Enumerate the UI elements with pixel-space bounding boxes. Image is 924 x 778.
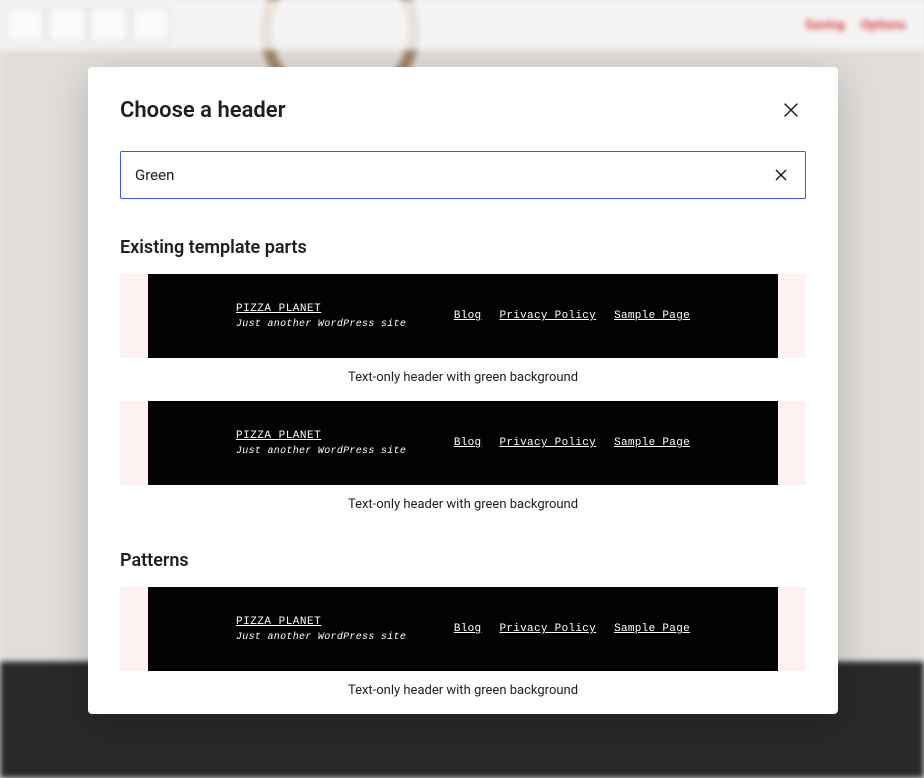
preview-nav-link: Sample Page: [614, 623, 690, 635]
preview-tagline: Just another WordPress site: [236, 319, 406, 330]
pattern-option[interactable]: PIZZA PLANET Just another WordPress site…: [120, 587, 806, 698]
preview-nav-link: Privacy Policy: [499, 623, 596, 635]
preview-nav-link: Privacy Policy: [499, 437, 596, 449]
preview-site-title: PIZZA PLANET: [236, 616, 406, 628]
preview-site-title: PIZZA PLANET: [236, 430, 406, 442]
preview-caption: Text-only header with green background: [120, 370, 806, 385]
close-button[interactable]: [776, 95, 806, 125]
preview-nav-link: Sample Page: [614, 310, 690, 322]
preview-nav: Blog Privacy Policy Sample Page: [454, 623, 690, 635]
preview-nav-link: Blog: [454, 623, 482, 635]
section-heading-existing: Existing template parts: [120, 237, 806, 258]
preview-caption: Text-only header with green background: [120, 497, 806, 512]
preview-nav-link: Sample Page: [614, 437, 690, 449]
preview-site-title: PIZZA PLANET: [236, 303, 406, 315]
preview-frame: PIZZA PLANET Just another WordPress site…: [120, 401, 806, 485]
template-part-option[interactable]: PIZZA PLANET Just another WordPress site…: [120, 274, 806, 385]
search-input[interactable]: [135, 166, 769, 184]
search-field-wrapper[interactable]: [120, 151, 806, 199]
template-part-option[interactable]: PIZZA PLANET Just another WordPress site…: [120, 401, 806, 512]
preview-nav-link: Privacy Policy: [499, 310, 596, 322]
preview-nav: Blog Privacy Policy Sample Page: [454, 437, 690, 449]
close-icon: [773, 167, 789, 183]
close-icon: [780, 99, 802, 121]
modal-title: Choose a header: [120, 98, 286, 123]
preview-frame: PIZZA PLANET Just another WordPress site…: [120, 274, 806, 358]
preview-nav-link: Blog: [454, 437, 482, 449]
choose-header-modal: Choose a header Existing template parts …: [88, 67, 838, 714]
preview-caption: Text-only header with green background: [120, 683, 806, 698]
preview-tagline: Just another WordPress site: [236, 632, 406, 643]
clear-search-button[interactable]: [769, 163, 793, 187]
preview-nav: Blog Privacy Policy Sample Page: [454, 310, 690, 322]
section-heading-patterns: Patterns: [120, 550, 806, 571]
preview-frame: PIZZA PLANET Just another WordPress site…: [120, 587, 806, 671]
preview-tagline: Just another WordPress site: [236, 446, 406, 457]
preview-nav-link: Blog: [454, 310, 482, 322]
